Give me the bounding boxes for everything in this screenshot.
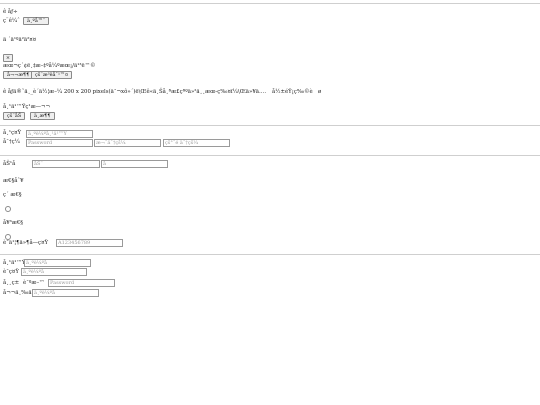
divider-3 [0, 254, 540, 255]
preview-button[interactable]: çš¨åŠ [3, 112, 26, 120]
choose-label: ç¨ê¼ˆ [3, 18, 20, 24]
row3-label: å¸¸ç± [3, 280, 20, 286]
gender-label: æ€§åˆ¥ [3, 178, 24, 184]
password-input[interactable]: Password [26, 139, 93, 147]
gender-option-label-2: å¥³æ€§ [3, 220, 23, 226]
divider-1 [0, 125, 540, 126]
top-divider [0, 3, 540, 4]
row3-label-2: è¯ºæ–™ [23, 280, 45, 286]
name-label: åŠ¹å [3, 161, 16, 167]
action-button-b[interactable]: çš¨æ³ëå¯¹™¤ [31, 71, 73, 79]
confirm-input[interactable]: æ¬¯ä¯†çš¼ [94, 139, 161, 147]
size-note-mark: ø [318, 89, 322, 95]
notice-text: æœ¬ç´¢ë¸‡æ–‡ºå¼ºæœ¡/ä¹³ë™© [3, 63, 96, 69]
choose-file-button[interactable]: ä¸ºå™¨ [23, 17, 50, 25]
id-label: è¯ä¹¦¶ä»¶å—ç¤Ÿ [3, 240, 49, 246]
action-button-a[interactable]: å¬¬æ¶¶ [3, 71, 34, 79]
preview-button-2[interactable]: ä¸­æ¶¶ [30, 112, 55, 120]
username-label: å¸¹ç¤Ÿ [3, 130, 22, 136]
row1-input[interactable]: ä¸ºè¼ºå [24, 259, 91, 267]
page-title: ê åƒ÷ [3, 9, 18, 15]
size-note-aside: å½±éŸ¡ç‰©è [272, 89, 313, 95]
preview-label: å¸¹ä¹™Ÿç¹æ—¬¬ [3, 104, 51, 110]
gender-option-label: ç´ æ€§ [3, 192, 22, 198]
row1-label: å¸¹ä¹™Ÿ [3, 260, 26, 266]
row3-input[interactable]: Password [48, 279, 115, 287]
row4-input[interactable]: ä¸ºè¼ºå [32, 289, 99, 297]
captcha-image-alt: ä ´ä¹ºä²ä²¤¤ [3, 37, 37, 43]
first-name-input[interactable]: åŠ¨ [32, 160, 100, 168]
username-input[interactable]: ä¸ºè¼ºå¸¹ä¹™Ÿ [26, 130, 93, 138]
id-input[interactable]: A123456789 [56, 239, 123, 247]
divider-2 [0, 155, 540, 156]
last-name-input[interactable]: å [101, 160, 168, 168]
gender-radio-1[interactable] [5, 206, 11, 212]
size-note: ê åƒä®˜ä¸_è´ä½¦æ–¼ 200 x 200 pixels(ä¯¬x… [3, 89, 267, 95]
password-label: å¯†ç¼ [3, 139, 20, 145]
confirm2-input[interactable]: çš°¯é ä¯†çš¼ [163, 139, 230, 147]
row2-label: è¯ç¤Ÿ [3, 269, 19, 275]
close-button[interactable]: × [3, 54, 13, 62]
row2-input[interactable]: ä¸ºè¼ºå [21, 268, 87, 276]
